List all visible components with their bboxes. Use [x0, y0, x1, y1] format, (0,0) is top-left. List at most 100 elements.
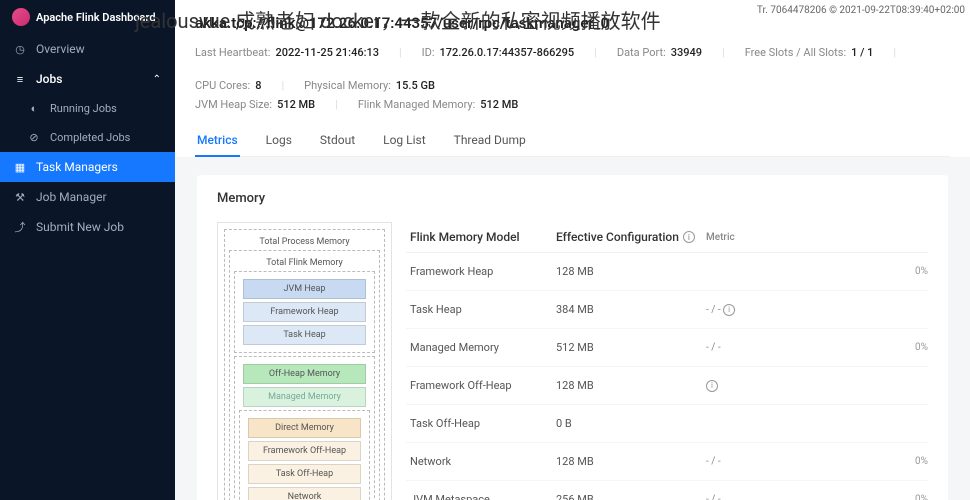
row-name: JVM Metaspace [406, 493, 556, 500]
memory-diagram: Total Process Memory Total Flink Memory … [217, 222, 392, 500]
d-managed: Managed Memory [243, 387, 366, 407]
dashboard-icon: ◷ [14, 43, 26, 55]
sidebar: Apache Flink Dashboard ◷ Overview ≡ Jobs… [0, 0, 175, 500]
nav-label: Submit New Job [36, 220, 124, 234]
meta-label: JVM Heap Size: [195, 98, 272, 111]
memory-title: Memory [217, 191, 928, 206]
meta-value: 172.26.0.17:44357-866295 [440, 46, 575, 59]
d-framework-heap: Framework Heap [243, 302, 366, 322]
nav-label: Jobs [36, 72, 62, 86]
info-icon[interactable]: i [683, 231, 695, 243]
nav-task-managers[interactable]: ▦ Task Managers [0, 152, 175, 182]
row-conf: 256 MB [556, 493, 706, 500]
row-name: Framework Heap [406, 265, 556, 278]
meta-value: 8 [255, 79, 261, 92]
table-row: JVM Metaspace256 MB- / -0% [406, 481, 928, 500]
tab-stdout[interactable]: Stdout [318, 125, 357, 157]
th-config: Effective Configuration [556, 230, 679, 244]
meta-label: Last Heartbeat: [195, 46, 270, 59]
row-metric: - / - i [706, 304, 928, 316]
tab-metrics[interactable]: Metrics [195, 125, 240, 157]
tab-logs[interactable]: Logs [264, 125, 294, 157]
info-icon[interactable]: i [706, 380, 718, 392]
table-row: Task Heap384 MB- / - i [406, 291, 928, 329]
th-metric: Metric [706, 230, 928, 244]
row-name: Task Heap [406, 303, 556, 316]
nav-label: Running Jobs [50, 102, 117, 115]
meta-value: 33949 [671, 46, 702, 59]
meta-label: Physical Memory: [304, 79, 391, 92]
d-total-flink: Total Flink Memory [234, 255, 375, 271]
meta-label: Flink Managed Memory: [358, 98, 475, 111]
info-icon[interactable]: i [723, 304, 735, 316]
row-conf: 0 B [556, 417, 706, 430]
d-jvm-heap: JVM Heap [243, 279, 366, 299]
row-name: Managed Memory [406, 341, 556, 354]
row-conf: 128 MB [556, 455, 706, 468]
row-metric: - / -0% [706, 342, 928, 353]
chevron-up-icon: ⌃ [153, 74, 161, 85]
meta-label: Data Port: [617, 46, 666, 59]
row-metric: - / -0% [706, 494, 928, 500]
tab-loglist[interactable]: Log List [381, 125, 428, 157]
d-framework-off: Framework Off-Heap [248, 441, 361, 461]
meta-label: ID: [422, 46, 435, 59]
table-row: Managed Memory512 MB- / -0% [406, 329, 928, 367]
d-task-heap: Task Heap [243, 325, 366, 345]
meta-row-1: Last Heartbeat:2022-11-25 21:46:13 | ID:… [195, 46, 950, 92]
meta-label: CPU Cores: [195, 79, 250, 92]
d-network: Network [248, 487, 361, 500]
upload-icon: ⤴ [14, 221, 26, 233]
row-conf: 128 MB [556, 379, 706, 392]
nav-label: Task Managers [36, 160, 118, 174]
meta-value: 15.5 GB [396, 79, 435, 92]
nav-submit[interactable]: ⤴ Submit New Job [0, 212, 175, 242]
row-metric: 0% [706, 266, 928, 277]
row-name: Network [406, 455, 556, 468]
row-conf: 512 MB [556, 341, 706, 354]
flink-logo-icon [12, 8, 30, 26]
row-name: Framework Off-Heap [406, 379, 556, 392]
table-row: Network128 MB- / -0% [406, 443, 928, 481]
table-row: Task Off-Heap0 B [406, 405, 928, 443]
nav-jobs[interactable]: ≡ Jobs ⌃ [0, 64, 175, 94]
meta-value: 512 MB [277, 98, 315, 111]
nav-label: Job Manager [36, 190, 107, 204]
memory-card: Memory Total Process Memory Total Flink … [197, 175, 948, 500]
overlay-meta: Tr. 7064478206 © 2021-09-22T08:39:40+02:… [757, 5, 965, 16]
nav-completed-jobs[interactable]: ⊘ Completed Jobs [0, 123, 175, 152]
d-task-off: Task Off-Heap [248, 464, 361, 484]
tabs: Metrics Logs Stdout Log List Thread Dump [195, 125, 950, 157]
row-metric: i [706, 380, 928, 392]
table-row: Framework Off-Heap128 MBi [406, 367, 928, 405]
d-direct: Direct Memory [248, 418, 361, 438]
memory-table: Flink Memory Model Effective Configurati… [406, 222, 928, 500]
row-metric: - / -0% [706, 456, 928, 467]
nav-overview[interactable]: ◷ Overview [0, 34, 175, 64]
bars-icon: ≡ [14, 73, 26, 85]
nav-job-manager[interactable]: ⚒ Job Manager [0, 182, 175, 212]
schedule-icon: ▦ [14, 161, 26, 173]
nav-label: Completed Jobs [50, 131, 130, 144]
th-model: Flink Memory Model [406, 230, 556, 244]
tab-thread-dump[interactable]: Thread Dump [452, 125, 528, 157]
row-conf: 384 MB [556, 303, 706, 316]
meta-value: 1 / 1 [851, 46, 873, 59]
meta-value: 512 MB [480, 98, 518, 111]
table-header: Flink Memory Model Effective Configurati… [406, 222, 928, 253]
main-content: akka.tcp://flink@172.26.0.17:44357/user/… [175, 0, 970, 500]
row-conf: 128 MB [556, 265, 706, 278]
meta-row-2: JVM Heap Size:512 MB | Flink Managed Mem… [195, 98, 950, 111]
overlay-title: jealousvue 成熟老妇 docker，一款全新的私密视频播放软件 [135, 5, 661, 34]
d-offheap: Off-Heap Memory [243, 364, 366, 384]
content: Memory Total Process Memory Total Flink … [175, 157, 970, 500]
d-total-process: Total Process Memory [229, 234, 380, 250]
meta-label: Free Slots / All Slots: [745, 46, 846, 59]
meta-value: 2022-11-25 21:46:13 [275, 46, 379, 59]
table-row: Framework Heap128 MB0% [406, 253, 928, 291]
check-icon: ⊘ [28, 132, 40, 144]
nav-running-jobs[interactable]: ◐ Running Jobs [0, 94, 175, 123]
play-icon: ◐ [28, 103, 40, 115]
build-icon: ⚒ [14, 191, 26, 203]
nav-label: Overview [36, 42, 85, 56]
